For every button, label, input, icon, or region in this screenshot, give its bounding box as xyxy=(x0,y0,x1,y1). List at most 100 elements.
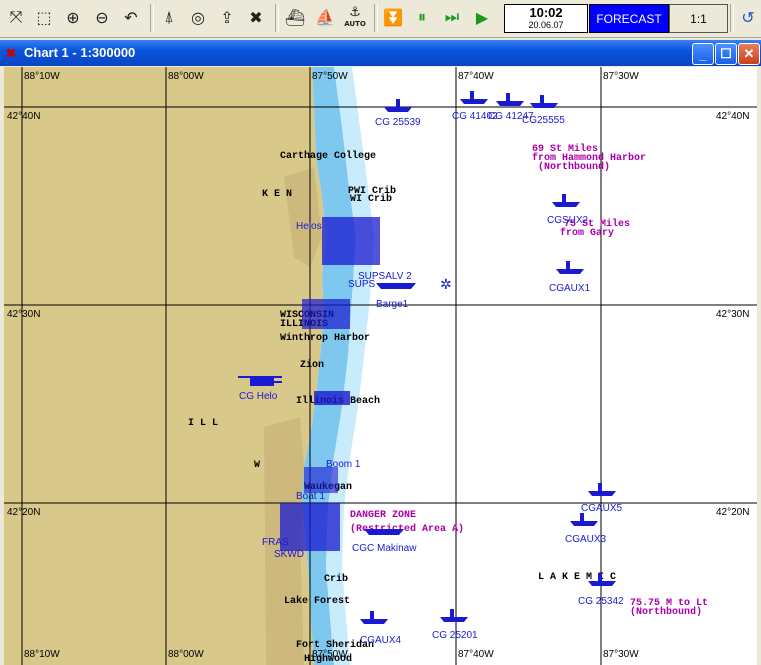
nautical-chart[interactable]: 88°10W 88°00W 87°50W 87°40W 87°30W 88°10… xyxy=(4,67,757,665)
vessel-label: CGAUX5 xyxy=(581,503,623,514)
vessel-label: CG25555 xyxy=(522,115,565,126)
lat-label: 42°30N xyxy=(716,309,749,320)
simulation-clock: 10:02 20.06.07 xyxy=(504,4,588,33)
time-scale-field[interactable]: 1:1 xyxy=(669,4,728,33)
sync-icon[interactable]: ↺ xyxy=(735,4,761,30)
maximize-button[interactable]: ☐ xyxy=(715,43,737,65)
export-icon[interactable]: ⇪ xyxy=(214,4,240,30)
vessel-icon xyxy=(364,529,404,535)
place-label: Lake Forest xyxy=(284,595,350,607)
lon-label: 88°00W xyxy=(168,71,204,82)
vessel-cluster xyxy=(304,467,338,493)
toolbar-separator xyxy=(150,4,154,32)
close-button[interactable]: ✕ xyxy=(738,43,760,65)
vessel-label: Boat 1 xyxy=(296,491,325,502)
lon-label: 88°00W xyxy=(168,649,204,660)
minimize-button[interactable]: _ xyxy=(692,43,714,65)
place-label: I L L xyxy=(188,418,218,429)
vessel-label: Helos xyxy=(296,221,322,232)
vessel-icon xyxy=(496,93,524,106)
place-label: K E N xyxy=(262,189,292,200)
lon-label: 87°50W xyxy=(312,71,348,82)
vessel-icon xyxy=(360,611,388,624)
vessel-label: CG 25539 xyxy=(375,117,421,128)
vessel-label: CGAUX3 xyxy=(565,534,607,545)
place-label: Winthrop Harbor xyxy=(280,332,370,344)
toolbar-separator xyxy=(374,4,378,32)
play-icon[interactable]: ▶ xyxy=(469,4,495,30)
vessel-label: SUPS xyxy=(348,279,376,290)
zoom-box-icon[interactable]: ⬚ xyxy=(31,4,57,30)
vessel-icon[interactable]: ⛵ xyxy=(312,4,338,30)
lon-label: 88°10W xyxy=(24,649,60,660)
lat-label: 42°40N xyxy=(716,111,749,122)
vessel-icon xyxy=(570,513,598,526)
window-title: Chart 1 - 1:300000 xyxy=(24,45,136,60)
auto-vessel-icon: ⚓ xyxy=(349,5,361,20)
ship-track-icon[interactable]: ⛴ xyxy=(282,4,308,30)
toolbar-separator xyxy=(730,4,734,32)
pause-icon[interactable]: ⏸ xyxy=(409,4,435,30)
auto-vessel-button[interactable]: ⚓ AUTO xyxy=(342,4,368,30)
auto-label: AUTO xyxy=(344,20,366,28)
lat-label: 42°40N xyxy=(7,111,40,122)
fit-chart-icon[interactable]: ⤧ xyxy=(3,4,29,30)
zone-label: from Gary xyxy=(560,227,614,239)
vessel-label: CGAUX1 xyxy=(549,283,591,294)
place-label: WI Crib xyxy=(350,193,392,205)
vessel-icon xyxy=(556,261,584,274)
vessel-label: Boom 1 xyxy=(326,459,361,470)
app-icon: ✖ xyxy=(5,45,17,61)
zone-label: DANGER ZONE xyxy=(350,510,416,521)
lon-label: 87°30W xyxy=(603,71,639,82)
fast-forward-icon[interactable]: ⏭ xyxy=(439,4,465,30)
vessel-label: CGAUX4 xyxy=(360,635,402,646)
vessel-icon xyxy=(440,609,468,622)
vessel-icon xyxy=(588,483,616,496)
chart-window: ✖ Chart 1 - 1:300000 _ ☐ ✕ 88°10W 88°00W… xyxy=(0,40,761,665)
zone-label: (Northbound) xyxy=(630,606,702,618)
clock-date: 20.06.07 xyxy=(528,20,564,30)
vessel-label: CGSUX2 xyxy=(547,215,589,226)
lon-label: 87°40W xyxy=(458,649,494,660)
place-label: Crib xyxy=(324,573,348,585)
vessel-label: Barge1 xyxy=(376,299,409,310)
place-label: Highwood xyxy=(304,653,352,665)
zoom-out-icon[interactable]: ⊖ xyxy=(89,4,115,30)
vessel-label: CG Helo xyxy=(239,391,278,402)
vessel-label: CG 25342 xyxy=(578,596,624,607)
zone-label: (Northbound) xyxy=(538,161,610,173)
clock-time: 10:02 xyxy=(529,5,563,20)
vessel-cluster xyxy=(302,299,350,329)
place-label: Carthage College xyxy=(280,150,376,162)
vessel-cluster xyxy=(314,391,350,405)
forecast-button[interactable]: FORECAST xyxy=(589,4,669,33)
zoom-in-icon[interactable]: ⊕ xyxy=(60,4,86,30)
lon-label: 87°40W xyxy=(458,71,494,82)
vessel-icon xyxy=(530,95,558,108)
main-toolbar: ⤧ ⬚ ⊕ ⊖ ↶ ⍋ ◎ ⇪ ✖ ⛴ ⛵ ⚓ AUTO ⏬ ⏸ ⏭ ▶ 10:… xyxy=(0,0,761,38)
lon-label: 88°10W xyxy=(24,71,60,82)
vessel-label: SKWD xyxy=(274,549,304,560)
lat-label: 42°30N xyxy=(7,309,40,320)
vessel-cluster xyxy=(280,503,340,551)
stop-icon[interactable]: ⏬ xyxy=(380,4,406,30)
vessel-icon xyxy=(460,91,488,104)
place-label: Zion xyxy=(300,359,324,371)
vessel-label: CGC Makinaw xyxy=(352,543,417,554)
vessel-icon xyxy=(376,283,416,289)
delete-icon[interactable]: ✖ xyxy=(243,4,269,30)
place-label: W xyxy=(254,460,260,471)
toolbar-separator xyxy=(275,4,279,32)
buoy-icon: ✲ xyxy=(440,277,452,293)
vessel-icon xyxy=(552,194,580,207)
lon-label: 87°30W xyxy=(603,649,639,660)
window-titlebar[interactable]: ✖ Chart 1 - 1:300000 _ ☐ ✕ xyxy=(0,40,761,66)
undo-view-icon[interactable]: ↶ xyxy=(118,4,144,30)
vessel-label: CG 25201 xyxy=(432,630,478,641)
center-icon[interactable]: ◎ xyxy=(185,4,211,30)
vessel-icon xyxy=(384,99,412,112)
compass-icon[interactable]: ⍋ xyxy=(156,4,182,30)
lat-label: 42°20N xyxy=(7,507,40,518)
vessel-label: FRAS xyxy=(262,537,289,548)
